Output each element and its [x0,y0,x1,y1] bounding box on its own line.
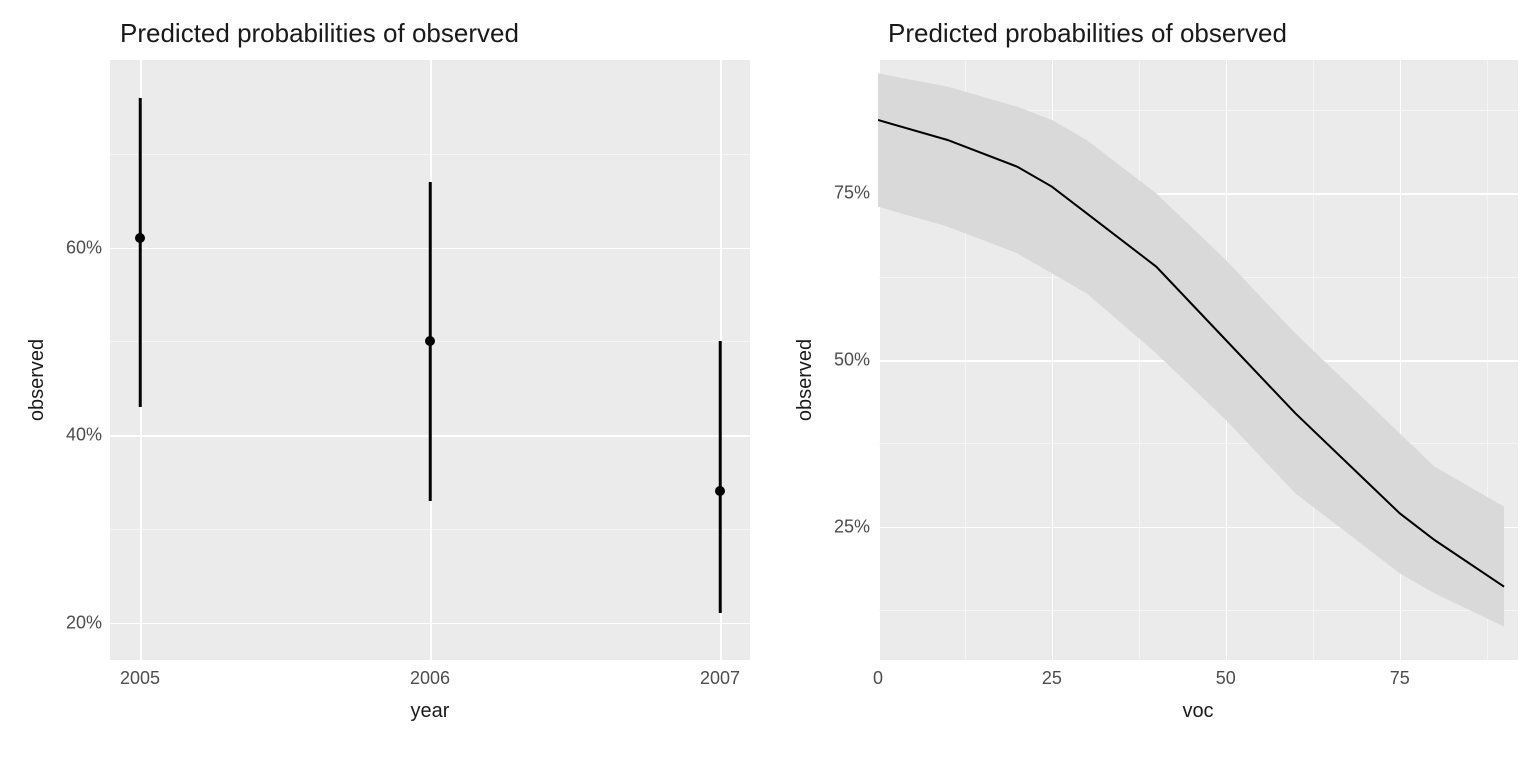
xlabel-left: year [411,700,450,723]
ylabel-left: observed [26,339,49,421]
data-point [715,486,725,496]
chart-title-right: Predicted probabilities of observed [888,18,1287,49]
xlabel-right: voc [1182,700,1213,723]
plot-area-right: 25%50%75%0255075 [878,60,1518,660]
xtick-label: 0 [873,668,883,689]
error-bar [139,98,142,407]
error-bar [719,341,722,613]
xtick-label: 2005 [120,668,160,689]
data-point [135,233,145,243]
ytick-label: 40% [66,425,102,446]
ytick-label: 25% [834,516,870,537]
ytick-label: 60% [66,237,102,258]
ytick-label: 50% [834,350,870,371]
ytick-label: 20% [66,612,102,633]
plot-area-left: 20%40%60%200520062007 [110,60,750,660]
xtick-label: 50 [1216,668,1236,689]
ylabel-right: observed [794,339,817,421]
xtick-label: 75 [1390,668,1410,689]
ytick-label: 75% [834,183,870,204]
right-panel: Predicted probabilities of observed obse… [768,0,1536,768]
confidence-ribbon [878,73,1504,626]
xtick-label: 2006 [410,668,450,689]
line-chart-svg [878,60,1518,660]
xtick-label: 25 [1042,668,1062,689]
left-panel: Predicted probabilities of observed obse… [0,0,768,768]
chart-title-left: Predicted probabilities of observed [120,18,519,49]
data-point [425,336,435,346]
xtick-label: 2007 [700,668,740,689]
